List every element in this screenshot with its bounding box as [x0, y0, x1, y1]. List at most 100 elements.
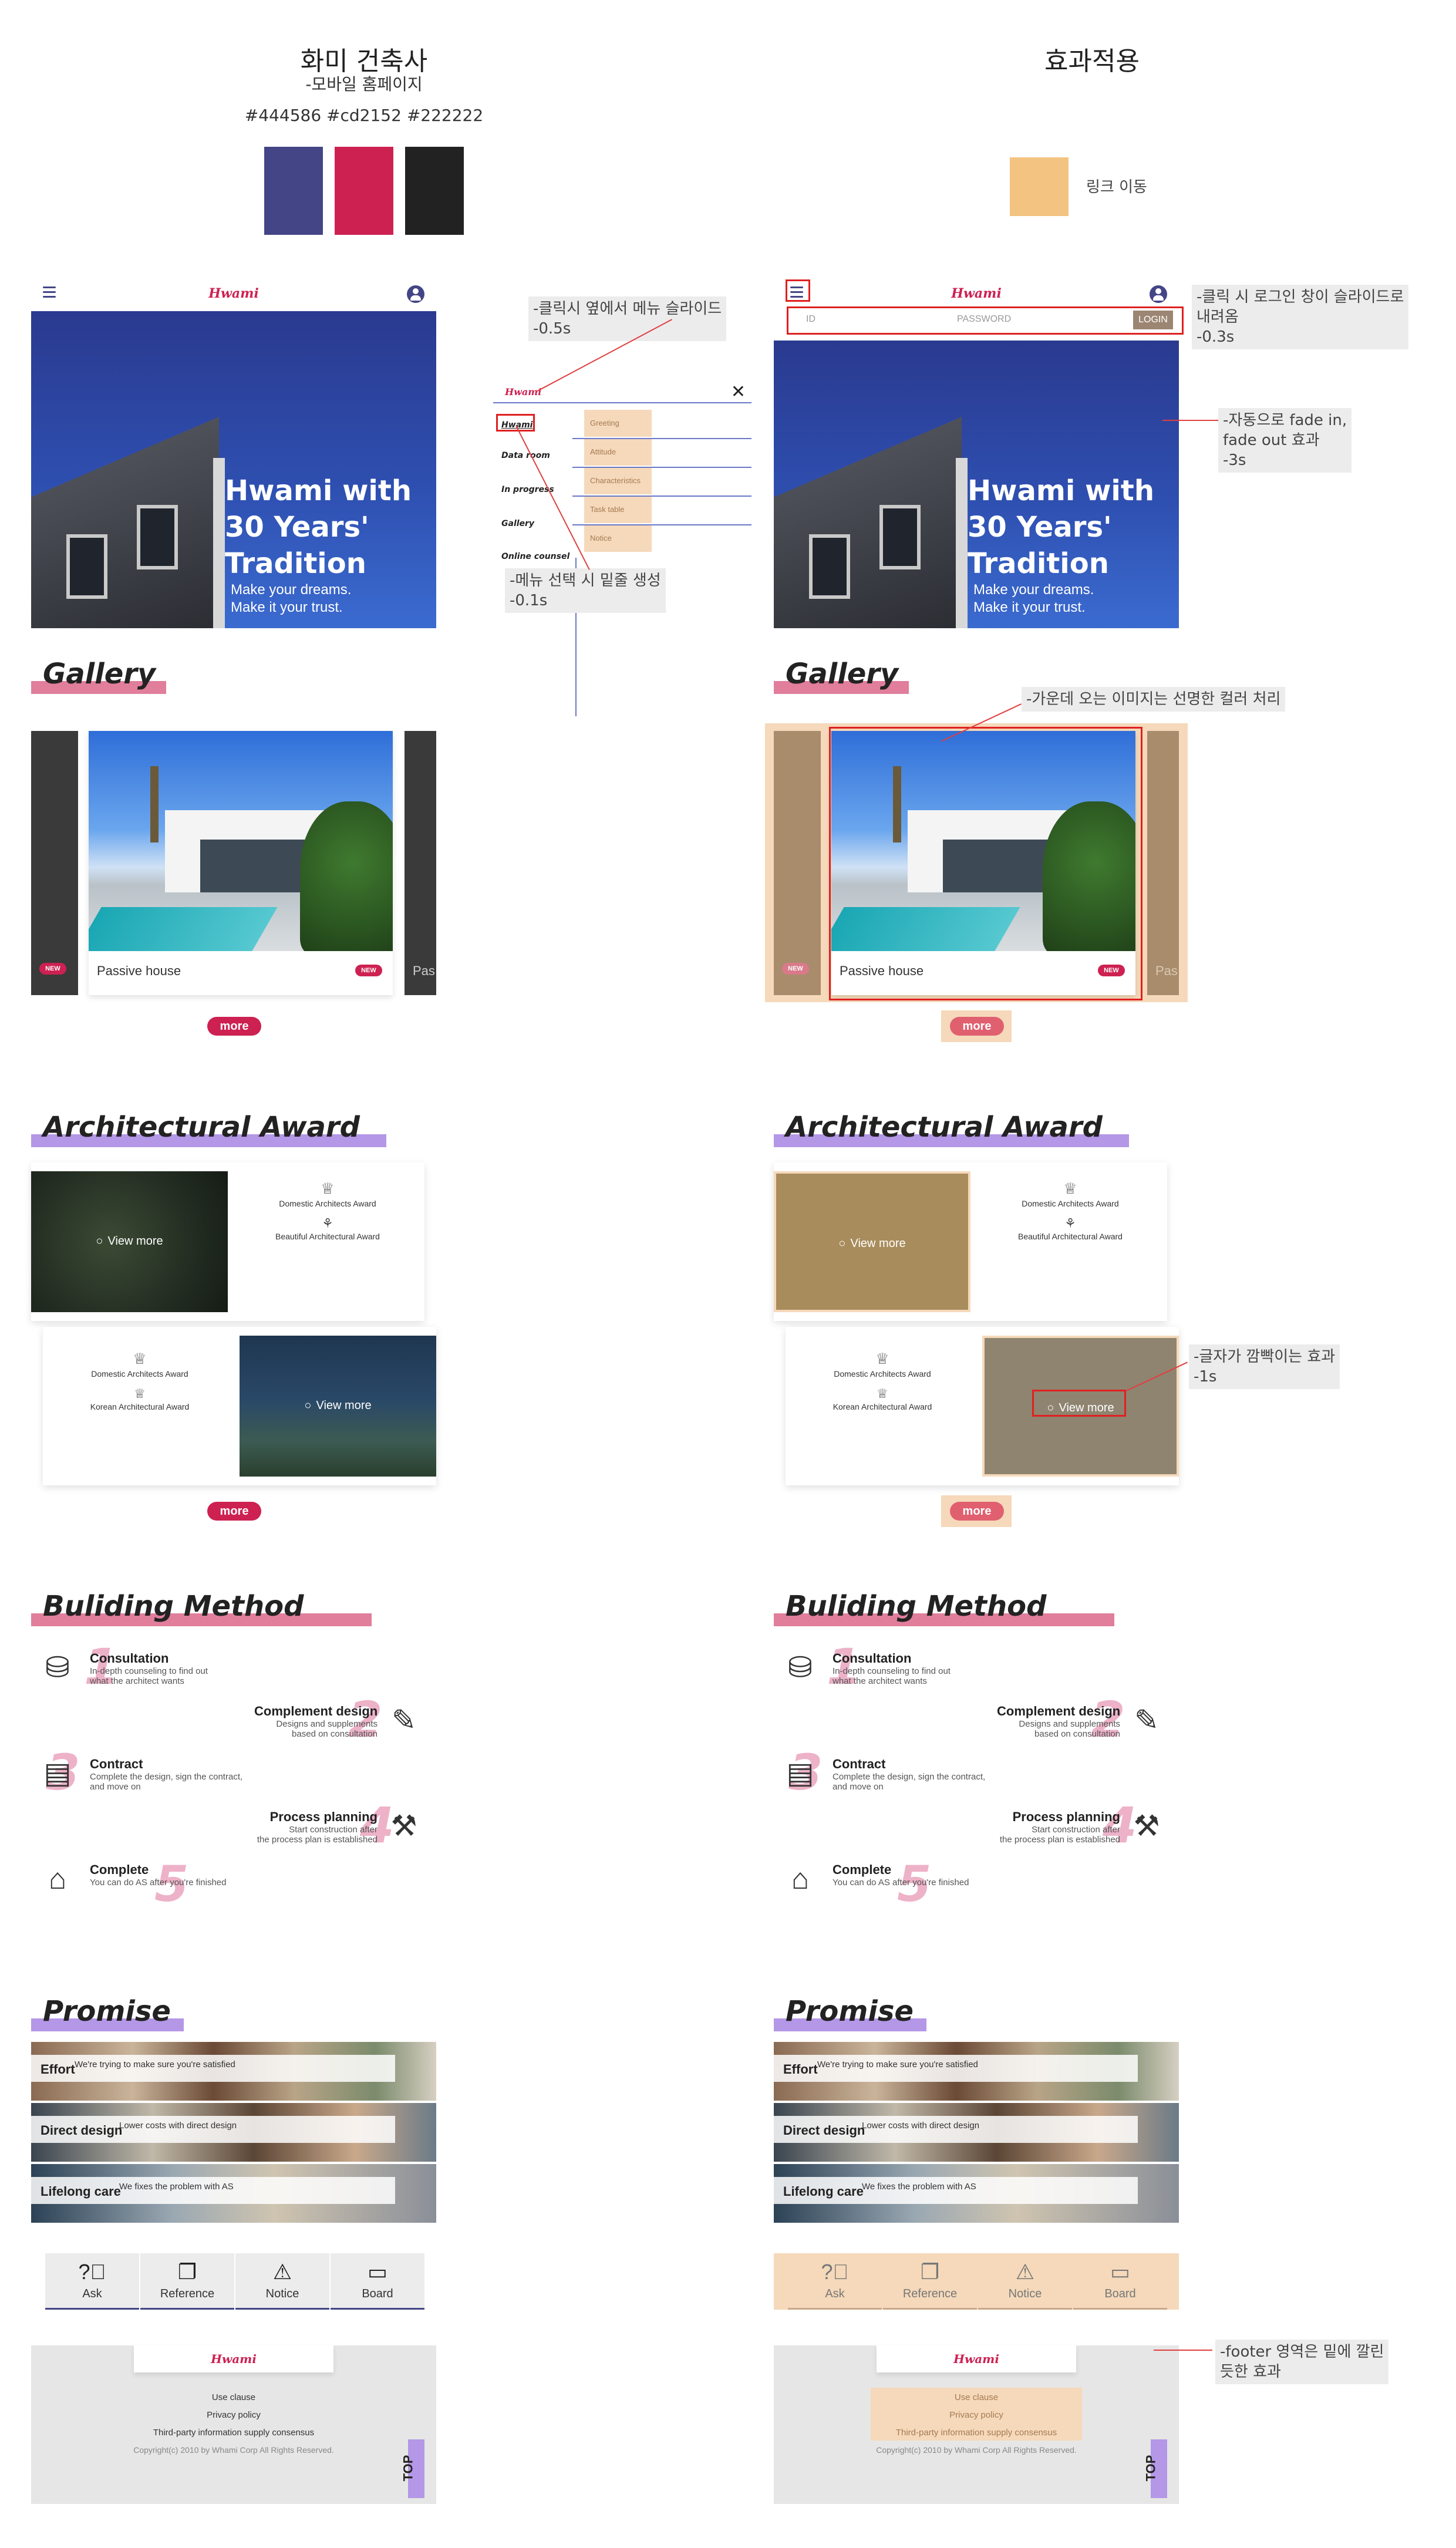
award-list-2: ♕ Domestic Architects Award ♕ Korean Arc…: [786, 1350, 979, 1411]
method-title: Buliding Method: [43, 1590, 304, 1623]
method-step-4: 4 ⚒ Process planning Start construction …: [31, 1797, 436, 1855]
award-image-2[interactable]: View more: [240, 1336, 436, 1477]
submenu-characteristics[interactable]: Characteristics: [584, 467, 652, 494]
tools-icon: ⚒: [390, 1809, 417, 1842]
award-list-1: ♕ Domestic Architects Award ⚘ Beautiful …: [231, 1180, 424, 1241]
footer-link[interactable]: Privacy policy: [31, 2410, 436, 2420]
method-step-2: 2 ✎ Complement design Designs and supple…: [774, 1691, 1179, 1750]
note-blink: -글자가 깜빡이는 효과 -1s: [1189, 1344, 1340, 1389]
trophy-icon: ♕: [133, 1350, 147, 1367]
menu-item-gallery[interactable]: Gallery: [501, 519, 534, 528]
promise-item[interactable]: Lifelong care We fixes the problem with …: [774, 2164, 1179, 2223]
gallery-next-card[interactable]: [1147, 731, 1179, 995]
promise-item[interactable]: Effort We're trying to make sure you're …: [774, 2042, 1179, 2101]
hero-banner: Hwami with 30 Years' Tradition Make your…: [774, 341, 1179, 628]
question-icon: ?⃝: [821, 2260, 849, 2284]
footer-logo[interactable]: Hwami: [134, 2345, 333, 2372]
submenu-greeting[interactable]: Greeting: [584, 410, 652, 437]
view-more-link[interactable]: View more: [776, 1237, 968, 1251]
gallery-image: [89, 731, 393, 951]
view-more-link[interactable]: View more: [240, 1399, 436, 1413]
gallery-prev-card[interactable]: [774, 731, 821, 995]
promise-item[interactable]: Effort We're trying to make sure you're …: [31, 2042, 436, 2101]
quicknav-ask[interactable]: ?⃝ Ask: [788, 2253, 882, 2310]
trophy-icon: ♕: [1063, 1179, 1077, 1197]
link-label: 링크 이동: [1086, 178, 1147, 196]
logo[interactable]: Hwami: [950, 283, 1003, 304]
footer-link[interactable]: Third-party information supply consensus: [774, 2428, 1179, 2438]
hamburger-icon[interactable]: [43, 287, 56, 298]
gallery-card[interactable]: Passive house NEW: [89, 731, 393, 995]
top-button[interactable]: TOP: [1143, 2439, 1167, 2498]
menu-highlight: [496, 414, 535, 432]
menu-item-online-counsel[interactable]: Online counsel: [501, 552, 569, 561]
gallery-next-caption: Pas: [413, 963, 435, 978]
color-codes: #444586 #cd2152 #222222: [244, 106, 484, 125]
menu-item-data-room[interactable]: Data room: [501, 451, 550, 460]
drawing-icon: ✎: [1134, 1704, 1159, 1737]
promise-item[interactable]: Direct design Lower costs with direct de…: [31, 2103, 436, 2162]
trophy-icon: ♕: [321, 1179, 335, 1197]
user-icon[interactable]: [407, 285, 424, 303]
medal-icon: ⚘: [322, 1216, 333, 1231]
quicknav-board[interactable]: ▭ Board: [331, 2253, 424, 2310]
quicknav-ask[interactable]: ?⃝ Ask: [45, 2253, 139, 2310]
quicknav-notice[interactable]: ⚠ Notice: [978, 2253, 1072, 2310]
gallery-more-button[interactable]: more: [950, 1017, 1004, 1036]
top-button[interactable]: TOP: [400, 2439, 424, 2498]
method-step-3: 3 ▤ Contract Complete the design, sign t…: [774, 1744, 1179, 1802]
gallery-prev-card[interactable]: [31, 731, 78, 995]
footer-link[interactable]: Use clause: [774, 2392, 1179, 2402]
footer-link[interactable]: Use clause: [31, 2392, 436, 2402]
award-image-1[interactable]: View more: [31, 1171, 228, 1312]
footer-logo[interactable]: Hwami: [877, 2345, 1076, 2372]
new-badge: NEW: [39, 963, 66, 975]
book-icon: ❐: [920, 2260, 940, 2284]
submenu-task-table[interactable]: Task table: [584, 496, 652, 523]
meeting-icon: ⛁: [45, 1651, 70, 1684]
hero-banner: Hwami with 30 Years' Tradition Make your…: [31, 311, 436, 628]
footer: Hwami Use clause Privacy policy Third-pa…: [774, 2345, 1179, 2504]
building-image: [31, 417, 219, 628]
promise-item[interactable]: Direct design Lower costs with direct de…: [774, 2103, 1179, 2162]
note-login: -클릭 시 로그인 창이 슬라이드로 내려옴 -0.3s: [1192, 285, 1409, 349]
hero-subtitle: Make your dreams. Make it your trust.: [231, 582, 352, 615]
close-icon[interactable]: ✕: [731, 382, 746, 402]
quicknav-notice[interactable]: ⚠ Notice: [235, 2253, 329, 2310]
medal-icon: ♕: [134, 1386, 146, 1401]
gallery-next-card[interactable]: [405, 731, 436, 995]
method-step-1: 1 ⛁ Consultation In-depth counseling to …: [31, 1638, 436, 1697]
promise-title: Promise: [786, 1995, 914, 2028]
method-step-5: 5 ⌂ Complete You can do AS after you're …: [31, 1855, 436, 1914]
board-icon: ▭: [367, 2260, 387, 2284]
award-more-button[interactable]: more: [950, 1502, 1004, 1521]
footer-link[interactable]: Third-party information supply consensus: [31, 2428, 436, 2438]
gallery-more-button[interactable]: more: [207, 1017, 261, 1036]
gallery-next-caption: Pas: [1155, 963, 1178, 978]
promise-item[interactable]: Lifelong care We fixes the problem with …: [31, 2164, 436, 2223]
user-icon[interactable]: [1150, 285, 1167, 303]
logo[interactable]: Hwami: [207, 283, 260, 304]
menu-logo[interactable]: Hwami: [505, 386, 541, 397]
award-card-2: ♕ Domestic Architects Award ♕ Korean Arc…: [43, 1327, 436, 1485]
swatch-accent: [335, 147, 393, 235]
quicknav-reference[interactable]: ❐ Reference: [883, 2253, 977, 2310]
method-step-1: 1 ⛁ Consultation In-depth counseling to …: [774, 1638, 1179, 1697]
award-more-button[interactable]: more: [207, 1502, 261, 1521]
award-image-1[interactable]: View more: [774, 1171, 970, 1312]
submenu-attitude[interactable]: Attitude: [584, 439, 652, 466]
medal-icon: ♕: [877, 1386, 888, 1401]
warning-icon: ⚠: [1015, 2260, 1035, 2284]
footer: Hwami Use clause Privacy policy Third-pa…: [31, 2345, 436, 2504]
promise-title: Promise: [43, 1995, 171, 2028]
quicknav-board[interactable]: ▭ Board: [1073, 2253, 1167, 2310]
view-more-link[interactable]: View more: [31, 1235, 228, 1248]
top-bar: Hwami: [774, 276, 1179, 311]
submenu-notice[interactable]: Notice: [584, 525, 652, 552]
footer-link[interactable]: Privacy policy: [774, 2410, 1179, 2420]
award-list-2: ♕ Domestic Architects Award ♕ Korean Arc…: [43, 1350, 237, 1411]
note-footer: -footer 영역은 밑에 깔린 듯한 효과: [1215, 2340, 1389, 2384]
quicknav-reference[interactable]: ❐ Reference: [140, 2253, 234, 2310]
swatch-dark: [405, 147, 464, 235]
contract-icon: ▤: [43, 1757, 72, 1789]
